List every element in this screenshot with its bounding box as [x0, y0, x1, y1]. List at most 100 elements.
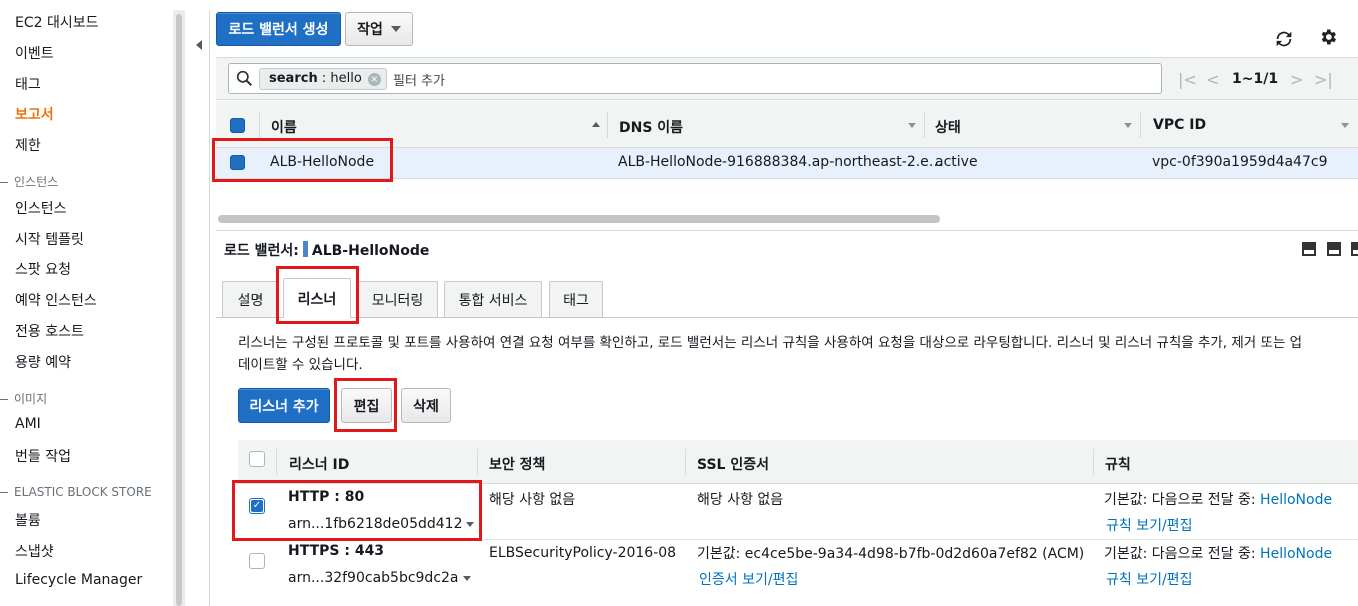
sidebar-item-bundle-tasks[interactable]: 번들 작업 — [15, 446, 71, 466]
sidebar-collapse-handle[interactable] — [188, 10, 210, 606]
add-listener-button[interactable]: 리스너 추가 — [238, 388, 330, 423]
listener-policy: ELBSecurityPolicy-2016-08 — [489, 545, 677, 561]
column-header-ssl-cert[interactable]: SSL 인증서 — [697, 454, 769, 474]
lb-dns-cell: ALB-HelloNode-916888384.ap-northeast-2.e… — [618, 154, 943, 170]
delete-button[interactable]: 삭제 — [401, 388, 451, 423]
pagination-text: 1~1/1 — [1232, 71, 1279, 87]
sidebar-item-spot-requests[interactable]: 스팟 요청 — [15, 259, 71, 279]
actions-label: 작업 — [357, 22, 383, 38]
sidebar-section-images[interactable]: 이미지 — [0, 390, 47, 407]
tab-description[interactable]: 설명 — [222, 281, 279, 317]
column-header-dns[interactable]: DNS 이름 — [619, 117, 683, 137]
column-header-security-policy[interactable]: 보안 정책 — [489, 454, 545, 474]
next-page-icon[interactable]: > — [1290, 70, 1303, 89]
caret-down-icon — [462, 575, 471, 581]
sort-icon[interactable] — [1341, 123, 1349, 128]
listener-rule: 기본값: 다음으로 전달 중: HelloNode — [1104, 489, 1332, 509]
sidebar-item-instances[interactable]: 인스턴스 — [15, 198, 67, 218]
sidebar-item-tags[interactable]: 태그 — [15, 74, 41, 94]
search-icon — [236, 70, 253, 87]
caret-down-icon — [466, 521, 475, 527]
add-filter-placeholder[interactable]: 필터 추가 — [393, 70, 445, 89]
listener-table-header — [238, 440, 1358, 484]
sidebar-item-capacity-reservations[interactable]: 용량 예약 — [15, 352, 71, 372]
last-page-icon[interactable]: >| — [1314, 70, 1333, 89]
column-header-state[interactable]: 상태 — [935, 117, 961, 137]
edit-button[interactable]: 편집 — [341, 388, 392, 423]
detail-title: 로드 밸런서: ALB-HelloNode — [224, 240, 429, 260]
sidebar-item-ec2-dashboard[interactable]: EC2 대시보드 — [15, 12, 99, 32]
create-load-balancer-button[interactable]: 로드 밸런서 생성 — [216, 12, 341, 46]
sidebar-item-lifecycle-manager[interactable]: Lifecycle Manager — [15, 572, 142, 588]
token-key: search — [269, 71, 318, 86]
target-group-link[interactable]: HelloNode — [1260, 492, 1332, 508]
layout-bottom-icon[interactable] — [1327, 242, 1341, 256]
first-page-icon[interactable]: |< — [1178, 70, 1197, 89]
refresh-icon[interactable] — [1273, 28, 1295, 50]
listener-cert: 해당 사항 없음 — [697, 492, 784, 508]
column-header-listener-id[interactable]: 리스너 ID — [289, 454, 349, 474]
listener-protocol: HTTP : 80 — [288, 489, 365, 505]
horizontal-scrollbar[interactable] — [218, 215, 940, 223]
listener-row-checkbox[interactable]: ✓ — [249, 498, 265, 514]
listener-description-line1: 리스너는 구성된 프로토콜 및 포트를 사용하여 연결 요청 여부를 확인하고,… — [238, 335, 1303, 351]
caret-down-icon — [390, 26, 401, 32]
actions-dropdown-button[interactable]: 작업 — [345, 12, 413, 46]
sort-icon[interactable] — [1124, 123, 1132, 128]
lb-vpc-cell: vpc-0f390a1959d4a47c9 — [1152, 154, 1328, 170]
listener-rule-prefix: 기본값: 다음으로 전달 중: — [1104, 492, 1261, 508]
search-filter-token[interactable]: search : hello × — [259, 68, 387, 90]
target-group-link[interactable]: HelloNode — [1260, 546, 1332, 562]
column-header-rules[interactable]: 규칙 — [1105, 454, 1131, 474]
column-header-vpc[interactable]: VPC ID — [1153, 117, 1206, 133]
listener-rule: 기본값: 다음으로 전달 중: HelloNode — [1104, 543, 1332, 563]
token-sep: : — [317, 71, 331, 86]
layout-split-icon[interactable] — [1302, 242, 1316, 256]
tab-listeners[interactable]: 리스너 — [283, 278, 351, 318]
listener-arn[interactable]: arn...1fb6218de05dd412 — [288, 516, 475, 532]
view-edit-rules-link[interactable]: 규칙 보기/편집 — [1106, 515, 1192, 535]
sidebar-item-dedicated-hosts[interactable]: 전용 호스트 — [15, 321, 84, 341]
sidebar-item-reserved-instances[interactable]: 예약 인스턴스 — [15, 290, 97, 310]
sidebar-item-ami[interactable]: AMI — [15, 416, 41, 432]
chevron-left-icon — [196, 40, 202, 50]
sidebar-item-limits[interactable]: 제한 — [15, 135, 41, 155]
listener-arn-text: arn...1fb6218de05dd412 — [288, 516, 463, 532]
sidebar-item-reports[interactable]: 보고서 — [15, 104, 54, 124]
row-checkbox[interactable] — [230, 155, 245, 170]
listener-select-all-checkbox[interactable] — [249, 451, 265, 467]
listener-description: 리스너는 구성된 프로토콜 및 포트를 사용하여 연결 요청 여부를 확인하고,… — [238, 332, 1358, 376]
tab-integrated-services[interactable]: 통합 서비스 — [444, 281, 542, 317]
listener-row-checkbox[interactable] — [249, 553, 265, 569]
listener-policy: 해당 사항 없음 — [489, 492, 576, 508]
sidebar-item-snapshots[interactable]: 스냅샷 — [15, 541, 54, 561]
listener-protocol: HTTPS : 443 — [288, 543, 385, 559]
sidebar: EC2 대시보드 이벤트 태그 보고서 제한 인스턴스 인스턴스 시작 템플릿 … — [0, 0, 172, 606]
sidebar-item-volumes[interactable]: 볼륨 — [15, 510, 41, 530]
listener-rule-prefix: 기본값: 다음으로 전달 중: — [1104, 546, 1261, 562]
layout-side-icon[interactable] — [1351, 242, 1358, 256]
sidebar-section-instances[interactable]: 인스턴스 — [0, 173, 58, 190]
column-header-name[interactable]: 이름 — [271, 117, 297, 137]
close-icon[interactable]: × — [367, 73, 381, 86]
check-icon: ✓ — [251, 500, 263, 512]
listener-arn-text: arn...32f90cab5bc9dc2a — [288, 570, 459, 586]
lb-name-cell: ALB-HelloNode — [270, 154, 375, 170]
token-value: hello — [330, 71, 362, 86]
view-edit-cert-link[interactable]: 인증서 보기/편집 — [699, 569, 798, 589]
view-edit-rules-link[interactable]: 규칙 보기/편집 — [1106, 569, 1192, 589]
sidebar-section-ebs[interactable]: ELASTIC BLOCK STORE — [0, 485, 152, 499]
listener-arn[interactable]: arn...32f90cab5bc9dc2a — [288, 570, 471, 586]
sort-icon[interactable] — [908, 123, 916, 128]
listener-description-line2: 데이트할 수 있습니다. — [238, 357, 363, 373]
gear-icon[interactable] — [1317, 26, 1339, 48]
tab-monitoring[interactable]: 모니터링 — [357, 281, 438, 317]
search-input[interactable]: search : hello × 필터 추가 — [228, 63, 1162, 94]
sidebar-item-launch-templates[interactable]: 시작 템플릿 — [15, 229, 84, 249]
prev-page-icon[interactable]: < — [1206, 70, 1219, 89]
sidebar-item-events[interactable]: 이벤트 — [15, 43, 54, 63]
sidebar-scrollbar-thumb[interactable] — [176, 14, 182, 606]
sort-asc-icon[interactable] — [592, 122, 600, 127]
select-all-checkbox[interactable] — [230, 118, 245, 133]
tab-tags[interactable]: 태그 — [549, 281, 603, 317]
